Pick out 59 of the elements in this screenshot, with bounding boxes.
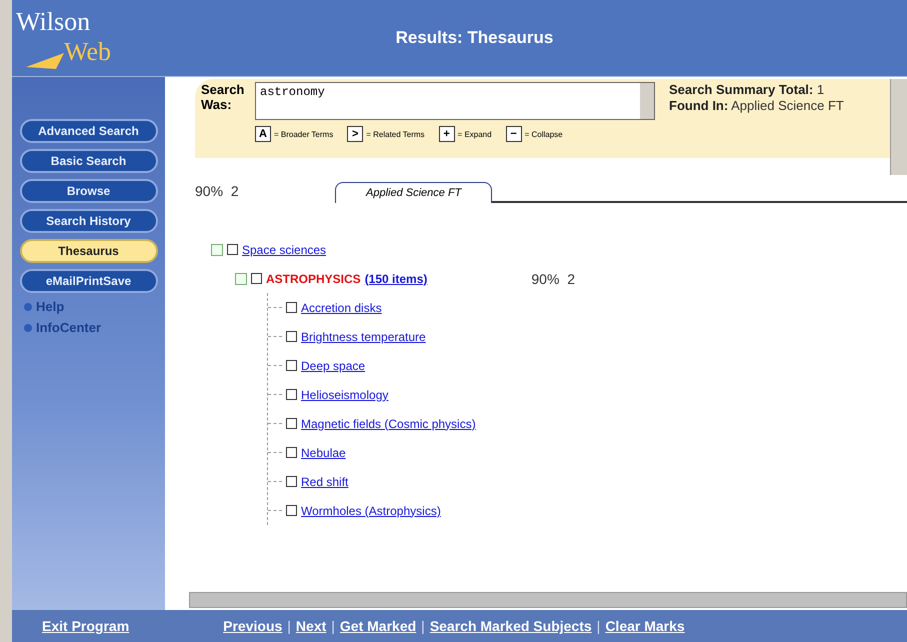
legend-text: = Broader Terms (274, 130, 334, 138)
search-field[interactable]: astronomy (255, 82, 655, 120)
checkbox[interactable] (286, 418, 297, 429)
exit-link[interactable]: Exit Program (42, 618, 130, 634)
term-link[interactable]: Deep space (301, 358, 366, 372)
footer-link[interactable]: Get Marked (340, 618, 416, 634)
legend-key: + (438, 126, 455, 142)
separator: | (596, 618, 600, 634)
separator: | (287, 618, 291, 634)
term-link[interactable]: Helioseismology (301, 388, 388, 402)
term-link[interactable]: Magnetic fields (Cosmic physics) (301, 416, 476, 430)
scrollbar[interactable] (890, 79, 907, 175)
legend-text: = Expand (458, 130, 492, 138)
bullet-icon (24, 324, 32, 332)
database-tab[interactable]: Applied Science FT (335, 182, 492, 203)
footer-link[interactable]: Next (296, 618, 326, 634)
nav-button[interactable]: Advanced Search (20, 119, 158, 143)
logo: Wilson Web (12, 3, 162, 73)
separator: | (421, 618, 425, 634)
footer-link[interactable]: Previous (223, 618, 282, 634)
collapse-icon[interactable] (235, 272, 247, 284)
legend-key: > (347, 126, 364, 142)
nav-button[interactable]: Browse (20, 179, 158, 203)
nav-button[interactable]: Search History (20, 209, 158, 233)
separator: | (331, 618, 335, 634)
nav-button[interactable]: eMailPrintSave (20, 269, 158, 293)
legend-key: A (255, 126, 271, 142)
checkbox[interactable] (227, 244, 238, 255)
legend-text: = Related Terms (366, 130, 425, 138)
checkbox[interactable] (251, 273, 262, 284)
term-link[interactable]: Accretion disks (301, 300, 382, 314)
term-link[interactable]: Nebulae (301, 446, 346, 460)
checkbox[interactable] (286, 331, 297, 342)
checkbox[interactable] (286, 447, 297, 458)
checkbox[interactable] (286, 360, 297, 371)
checkbox[interactable] (286, 505, 297, 516)
score-text: 90% 2 (531, 270, 575, 286)
bullet-icon (24, 302, 32, 310)
legend-text: = Collapse (524, 130, 563, 138)
footer-link[interactable]: Search Marked Subjects (430, 618, 592, 634)
collapse-icon[interactable] (211, 244, 223, 256)
items-count-link[interactable]: (150 items) (364, 272, 428, 286)
checkbox[interactable] (286, 302, 297, 313)
search-summary: Search Summary Total: 1 Found In: Applied Science FT (669, 82, 845, 115)
search-label: Search Was: (201, 82, 246, 114)
footer-link[interactable]: Clear Marks (605, 618, 685, 634)
page-title: Results: Thesaurus (394, 28, 554, 48)
term-link[interactable]: Red shift (301, 474, 348, 488)
scrollbar[interactable] (189, 592, 907, 608)
checkbox[interactable] (286, 389, 297, 400)
nav-button[interactable]: Thesaurus (20, 239, 158, 263)
term-label: ASTROPHYSICS (266, 272, 361, 286)
term-link[interactable]: Space sciences (242, 242, 326, 256)
term-link[interactable]: Brightness temperature (301, 330, 426, 344)
term-link[interactable]: Wormholes (Astrophysics) (301, 504, 441, 518)
checkbox[interactable] (286, 476, 297, 487)
score-text: 90% 2 (195, 183, 240, 201)
legend-key: − (506, 126, 522, 142)
nav-button[interactable]: Basic Search (20, 149, 158, 173)
